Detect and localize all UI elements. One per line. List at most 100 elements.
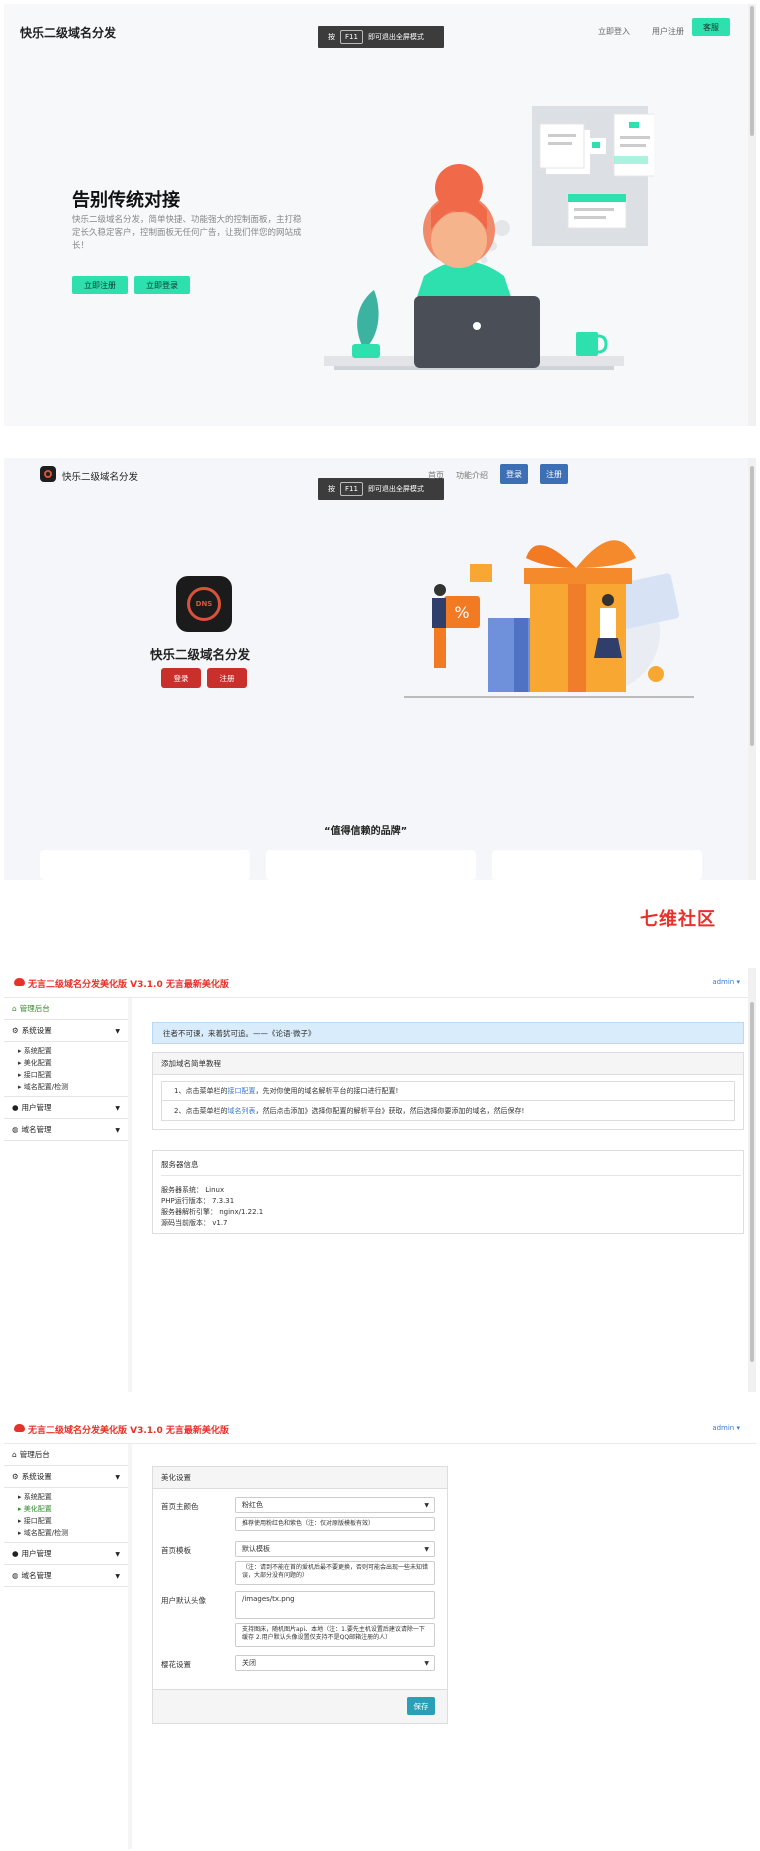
sidebar-item-system[interactable]: ⚙ 系统设置 ▼ [4, 1466, 128, 1488]
chevron-down-icon: ▼ [115, 1474, 120, 1481]
default-avatar-input[interactable]: /images/tx.png [235, 1591, 435, 1619]
source-version-row: 源码当前版本： v1.7 [161, 1219, 228, 1227]
sidebar: ⌂ 管理后台 ⚙ 系统设置 ▼ ▸ 系统配置 ▸ 美化配置 ▸ 接口配置 ▸ 域名配… [4, 998, 128, 1392]
hero-login-button[interactable]: 立即登录 [134, 276, 190, 294]
user-icon: ● [12, 1103, 19, 1112]
sidebar-item-system[interactable]: ⚙ 系统设置 ▼ [4, 1020, 128, 1042]
tutorial-panel: 添加域名简单教程 1、点击菜单栏的 接口配置 ，先对你使用的域名解析平台的接口进行配… [152, 1052, 744, 1130]
sidebar-item-dashboard[interactable]: ⌂ 管理后台 [4, 1444, 128, 1466]
theme-color-label: 首页主颜色 [161, 1502, 199, 1511]
home-template-select[interactable]: 默认模板 ▼ [235, 1541, 435, 1557]
server-info-title: 服务器信息 [161, 1160, 199, 1169]
fullscreen-hint: 按 F11 即可退出全屏模式 [318, 478, 444, 500]
sidebar-sub-domain-config[interactable]: ▸ 域名配置/检测 [4, 1081, 128, 1093]
theme-color-help: 推荐使用粉红色和紫色（注：仅对原版模板有效） [235, 1517, 435, 1532]
nav-login-button[interactable]: 登录 [500, 464, 528, 484]
nav-register-button[interactable]: 注册 [540, 464, 568, 484]
theme-settings-panel: 美化设置 首页主颜色 粉红色 ▼ 推荐使用粉红色和紫色（注：仅对原版模板有效） 首… [152, 1466, 448, 1724]
home-icon: ⌂ [12, 1004, 17, 1013]
sidebar-sub-theme-config[interactable]: ▸ 美化配置 [4, 1503, 128, 1515]
chevron-down-icon: ▼ [115, 1551, 120, 1558]
tutorial-step-1: 1、点击菜单栏的 接口配置 ，先对你使用的域名解析平台的接口进行配置! [161, 1081, 735, 1101]
php-version-row: PHP运行版本： 7.3.31 [161, 1197, 235, 1205]
sidebar-sub-theme-config[interactable]: ▸ 美化配置 [4, 1057, 128, 1069]
user-menu[interactable]: admin ▾ [712, 978, 740, 986]
nav-login-link[interactable]: 立即登入 [598, 26, 630, 37]
default-avatar-help: 支持图床，随机图片api、本地（注：1.要先主机设置后建议请除一下缓存 2.用户… [235, 1623, 435, 1647]
tutorial-title: 添加域名简单教程 [153, 1053, 743, 1075]
hero-register-button[interactable]: 注册 [207, 668, 247, 688]
user-menu[interactable]: admin ▾ [712, 1424, 740, 1432]
chevron-down-icon: ▼ [115, 1105, 120, 1112]
sidebar-sub-system-config[interactable]: ▸ 系统配置 [4, 1491, 128, 1503]
server-engine-row: 服务器解析引擎： nginx/1.22.1 [161, 1208, 264, 1216]
sidebar-sub-domain-config[interactable]: ▸ 域名配置/检测 [4, 1527, 128, 1539]
globe-icon: ◍ [12, 1125, 19, 1134]
sidebar-sub-api-config[interactable]: ▸ 接口配置 [4, 1069, 128, 1081]
scrollbar[interactable] [748, 458, 756, 880]
brand-title: 快乐二级域名分发 [20, 26, 117, 40]
landing-page-screenshot-2: 快乐二级域名分发 按 F11 即可退出全屏模式 首页 功能介绍 登录 注册 DN… [4, 458, 756, 880]
scrollbar[interactable] [748, 968, 756, 1392]
sidebar-sub-api-config[interactable]: ▸ 接口配置 [4, 1515, 128, 1527]
gear-icon: ⚙ [12, 1472, 19, 1481]
sidebar-item-domains[interactable]: ◍ 域名管理 ▼ [4, 1565, 128, 1587]
brand-title: 快乐二级域名分发 [62, 472, 139, 483]
tutorial-step-2: 2、点击菜单栏的 域名列表 ，然后点击添加》选择你配置的解析平台》获取，然后选择你要… [161, 1101, 735, 1121]
chevron-down-icon: ▼ [115, 1127, 120, 1134]
sakura-select[interactable]: 关闭 ▼ [235, 1655, 435, 1671]
sidebar-item-domains[interactable]: ◍ 域名管理 ▼ [4, 1119, 128, 1141]
save-button[interactable]: 保存 [407, 1697, 435, 1715]
home-template-help: （注：请到不能在首的爱机后最不要更换，否则可能会出现一些未知错误，大部分没有问题… [235, 1561, 435, 1585]
chevron-down-icon: ▼ [115, 1028, 120, 1035]
home-template-label: 首页模板 [161, 1546, 191, 1555]
api-config-link[interactable]: 接口配置 [227, 1086, 255, 1096]
admin-dashboard-screenshot: 无言二级域名分发美化版 V3.1.0 无言最新美化版 admin ▾ ⌂ 管理后台… [4, 968, 756, 1392]
dns-logo: DNS [176, 576, 232, 632]
sidebar-item-dashboard[interactable]: ⌂ 管理后台 [4, 998, 128, 1020]
chevron-down-icon: ▼ [424, 1660, 429, 1667]
admin-theme-settings-screenshot: 无言二级域名分发美化版 V3.1.0 无言最新美化版 admin ▾ ⌂ 管理后台… [4, 1414, 756, 1849]
brand-card [40, 850, 250, 880]
svg-text:%: % [454, 603, 469, 622]
scrollbar[interactable] [748, 4, 756, 426]
hero-title: 告别传统对接 [72, 190, 180, 211]
hero-description: 快乐二级域名分发，简单快捷、功能强大的控制面板，主打稳定长久稳定客户，控制面板无… [72, 215, 302, 251]
customer-service-button[interactable]: 客服 [692, 18, 730, 36]
user-icon: ● [12, 1549, 19, 1558]
panel-footer [153, 1689, 447, 1723]
brand-logo-small [40, 466, 56, 482]
nav-register-link[interactable]: 用户注册 [652, 26, 684, 37]
trusted-brand-heading: “值得信赖的品牌” [324, 826, 408, 837]
watermark-logo: 七维社区 [640, 909, 716, 930]
gift-illustration: % [404, 540, 694, 698]
sidebar: ⌂ 管理后台 ⚙ 系统设置 ▼ ▸ 系统配置 ▸ 美化配置 ▸ 接口配置 ▸ 域名配… [4, 1444, 128, 1849]
f11-key: F11 [340, 482, 363, 496]
hero-register-button[interactable]: 立即注册 [72, 276, 128, 294]
hero-title: 快乐二级域名分发 [150, 647, 251, 662]
f11-key: F11 [340, 30, 363, 44]
default-avatar-label: 用户默认头像 [161, 1596, 206, 1605]
nav-home-link[interactable]: 首页 [428, 470, 444, 481]
fullscreen-hint: 按 F11 即可退出全屏模式 [318, 26, 444, 48]
theme-color-select[interactable]: 粉红色 ▼ [235, 1497, 435, 1513]
sidebar-item-users[interactable]: ● 用户管理 ▼ [4, 1543, 128, 1565]
chevron-down-icon: ▼ [424, 1546, 429, 1553]
sakura-label: 樱花设置 [161, 1660, 191, 1669]
chevron-down-icon: ▼ [115, 1573, 120, 1580]
cloud-icon [14, 1424, 25, 1432]
admin-header: 无言二级域名分发美化版 V3.1.0 无言最新美化版 admin ▾ [4, 968, 756, 998]
server-info-panel: 服务器信息 服务器系统： Linux PHP运行版本： 7.3.31 服务器解析… [152, 1150, 744, 1234]
server-os-row: 服务器系统： Linux [161, 1186, 225, 1194]
admin-header: 无言二级域名分发美化版 V3.1.0 无言最新美化版 admin ▾ [4, 1414, 756, 1444]
notice-bar: 往者不可谏，来着犹可追。——《论语·微子》 [152, 1022, 744, 1044]
globe-icon: ◍ [12, 1571, 19, 1580]
hero-illustration [324, 106, 654, 370]
nav-features-link[interactable]: 功能介绍 [456, 470, 488, 481]
hero-login-button[interactable]: 登录 [161, 668, 201, 688]
sidebar-sub-system-config[interactable]: ▸ 系统配置 [4, 1045, 128, 1057]
sidebar-item-users[interactable]: ● 用户管理 ▼ [4, 1097, 128, 1119]
gear-icon: ⚙ [12, 1026, 19, 1035]
home-icon: ⌂ [12, 1450, 17, 1459]
domain-list-link[interactable]: 域名列表 [227, 1106, 255, 1116]
